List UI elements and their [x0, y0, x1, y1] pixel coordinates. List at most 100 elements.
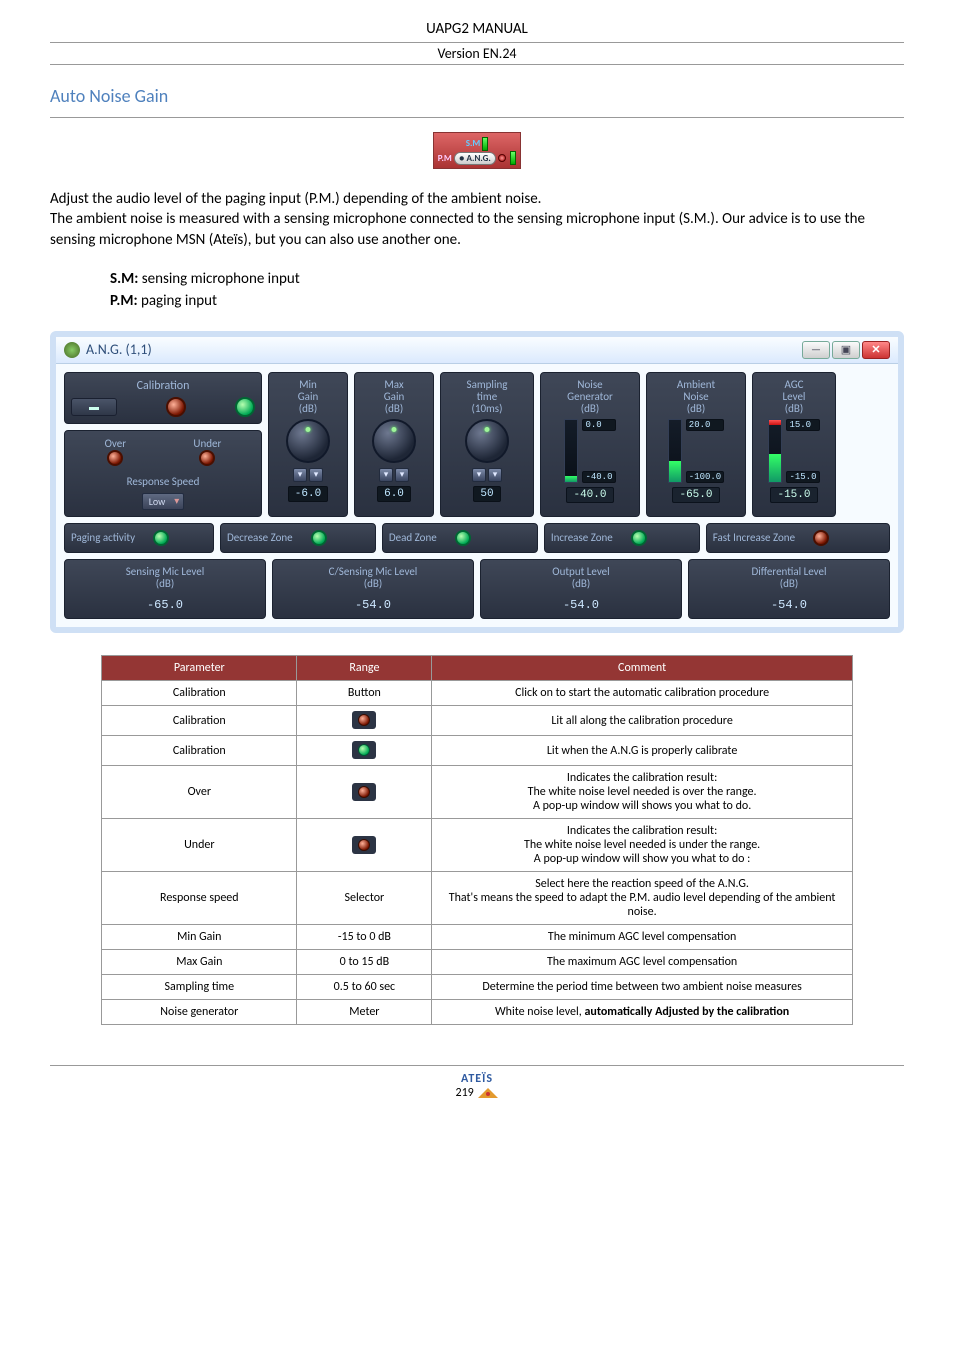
cell-range	[297, 706, 432, 736]
dialog-body: Calibration ▬ Over Under	[56, 364, 898, 627]
over-led	[107, 450, 123, 466]
table-row: Max Gain0 to 15 dBThe maximum AGC level …	[102, 950, 853, 975]
cell-comment: White noise level, automatically Adjuste…	[432, 1000, 852, 1025]
table-row: Sampling time0.5 to 60 secDetermine the …	[102, 975, 853, 1000]
decrease-zone-panel: Decrease Zone	[220, 523, 376, 553]
intro-line-2: The ambient noise is measured with a sen…	[50, 210, 865, 248]
cell-parameter: Response speed	[102, 872, 297, 925]
paging-activity-panel: Paging activity	[64, 523, 214, 553]
table-row: Under Indicates the calibration result:Th…	[102, 819, 853, 872]
cell-range: Button	[297, 681, 432, 706]
chip-pm-label: P.M	[438, 153, 452, 164]
sampling-value[interactable]: 50	[473, 486, 500, 502]
ambient-top: 20.0	[686, 419, 724, 431]
csensing-level-label: C/Sensing Mic Level(dB)	[329, 566, 418, 590]
led-red-icon	[352, 836, 376, 854]
min-gain-panel: MinGain(dB) ▾▾ -6.0	[268, 372, 348, 517]
max-gain-value[interactable]: 6.0	[377, 486, 411, 502]
dead-zone-panel: Dead Zone	[382, 523, 538, 553]
sampling-knob[interactable]	[465, 419, 509, 463]
min-gain-down[interactable]: ▾	[293, 468, 307, 482]
levels-row: Sensing Mic Level(dB) -65.0 C/Sensing Mi…	[64, 559, 890, 619]
header-rule-2	[50, 64, 904, 65]
max-gain-knob[interactable]	[372, 419, 416, 463]
noise-gen-bottom: -40.0	[582, 471, 615, 483]
sensing-level-label: Sensing Mic Level(dB)	[126, 566, 205, 590]
table-row: Response speedSelectorSelect here the re…	[102, 872, 853, 925]
top-panel-row: Calibration ▬ Over Under	[64, 372, 890, 517]
dialog-titlebar[interactable]: A.N.G. (1,1) — ▣ ✕	[56, 337, 898, 364]
over-label: Over	[105, 437, 126, 450]
cell-comment: Select here the reaction speed of the A.…	[432, 872, 852, 925]
agc-bottom: -15.0	[786, 471, 819, 483]
ang-block-chip-row: S.M P.M ● A.N.G.	[50, 132, 904, 169]
table-row: CalibrationLit when the A.N.G is properl…	[102, 736, 853, 766]
calibration-led-red	[166, 397, 186, 417]
noise-gen-panel: NoiseGenerator(dB) 0.0 -40.0 -40.0	[540, 372, 640, 517]
agc-readout: -15.0	[770, 487, 817, 503]
cell-range	[297, 819, 432, 872]
min-gain-label: MinGain(dB)	[298, 379, 319, 415]
cell-comment: Lit all along the calibration procedure	[432, 706, 852, 736]
table-header-row: Parameter Range Comment	[102, 656, 853, 681]
page-header: UAPG2 MANUAL Version EN.24	[50, 20, 904, 65]
noise-gen-readout: -40.0	[566, 487, 613, 503]
header-comment: Comment	[432, 656, 852, 681]
minimize-button[interactable]: —	[802, 341, 830, 359]
chip-input-meter	[482, 137, 488, 151]
close-button[interactable]: ✕	[862, 341, 890, 359]
ambient-label: AmbientNoise(dB)	[677, 379, 715, 415]
dialog-title: A.N.G. (1,1)	[64, 341, 152, 358]
doc-version: Version EN.24	[50, 45, 904, 62]
fast-increase-zone-label: Fast Increase Zone	[713, 531, 795, 544]
decrease-zone-led	[311, 530, 327, 546]
footer-page-number: 219	[456, 1086, 474, 1100]
output-level-panel: Output Level(dB) -54.0	[480, 559, 682, 619]
maximize-button[interactable]: ▣	[832, 341, 860, 359]
max-gain-panel: MaxGain(dB) ▾▾ 6.0	[354, 372, 434, 517]
chip-output-meter	[510, 151, 516, 165]
max-gain-down[interactable]: ▾	[379, 468, 393, 482]
increase-zone-label: Increase Zone	[551, 531, 613, 544]
window-buttons: — ▣ ✕	[802, 341, 890, 359]
decrease-zone-label: Decrease Zone	[227, 531, 293, 544]
table-row: Calibration Lit all along the calibration…	[102, 706, 853, 736]
cell-range	[297, 736, 432, 766]
sensing-level-panel: Sensing Mic Level(dB) -65.0	[64, 559, 266, 619]
ang-block-chip: S.M P.M ● A.N.G.	[433, 132, 522, 169]
cell-parameter: Max Gain	[102, 950, 297, 975]
legend-sm: S.M: sensing microphone input	[110, 268, 904, 291]
cell-comment: Indicates the calibration result:The whi…	[432, 819, 852, 872]
agc-panel: AGCLevel(dB) 15.0 -15.0 -15.0	[752, 372, 836, 517]
output-level-value: -54.0	[563, 598, 599, 612]
led-red-icon	[352, 783, 376, 801]
max-gain-up[interactable]: ▾	[395, 468, 409, 482]
sampling-up[interactable]: ▾	[488, 468, 502, 482]
ambient-bottom: -100.0	[686, 471, 724, 483]
cell-comment: The minimum AGC level compensation	[432, 925, 852, 950]
calibration-button[interactable]: ▬	[71, 398, 117, 416]
cell-parameter: Over	[102, 766, 297, 819]
under-group: Under	[193, 437, 221, 469]
agc-meter	[768, 419, 782, 483]
diff-level-value: -54.0	[771, 598, 807, 612]
table-row: Noise generatorMeterWhite noise level, a…	[102, 1000, 853, 1025]
min-gain-value[interactable]: -6.0	[288, 486, 328, 502]
cell-parameter: Calibration	[102, 706, 297, 736]
ang-dialog: A.N.G. (1,1) — ▣ ✕ Calibration ▬	[50, 331, 904, 633]
header-rule	[50, 42, 904, 43]
legend-sm-text: sensing microphone input	[138, 270, 299, 288]
response-speed-select[interactable]: Low	[142, 493, 185, 510]
sampling-down[interactable]: ▾	[472, 468, 486, 482]
over-group: Over	[105, 437, 126, 469]
increase-zone-led	[631, 530, 647, 546]
cell-parameter: Under	[102, 819, 297, 872]
chip-sm-label: S.M	[466, 138, 481, 149]
fast-increase-zone-panel: Fast Increase Zone	[706, 523, 890, 553]
min-gain-up[interactable]: ▾	[309, 468, 323, 482]
cell-comment: Indicates the calibration result:The whi…	[432, 766, 852, 819]
csensing-level-panel: C/Sensing Mic Level(dB) -54.0	[272, 559, 474, 619]
zone-row: Paging activity Decrease Zone Dead Zone …	[64, 523, 890, 553]
csensing-level-value: -54.0	[355, 598, 391, 612]
min-gain-knob[interactable]	[286, 419, 330, 463]
